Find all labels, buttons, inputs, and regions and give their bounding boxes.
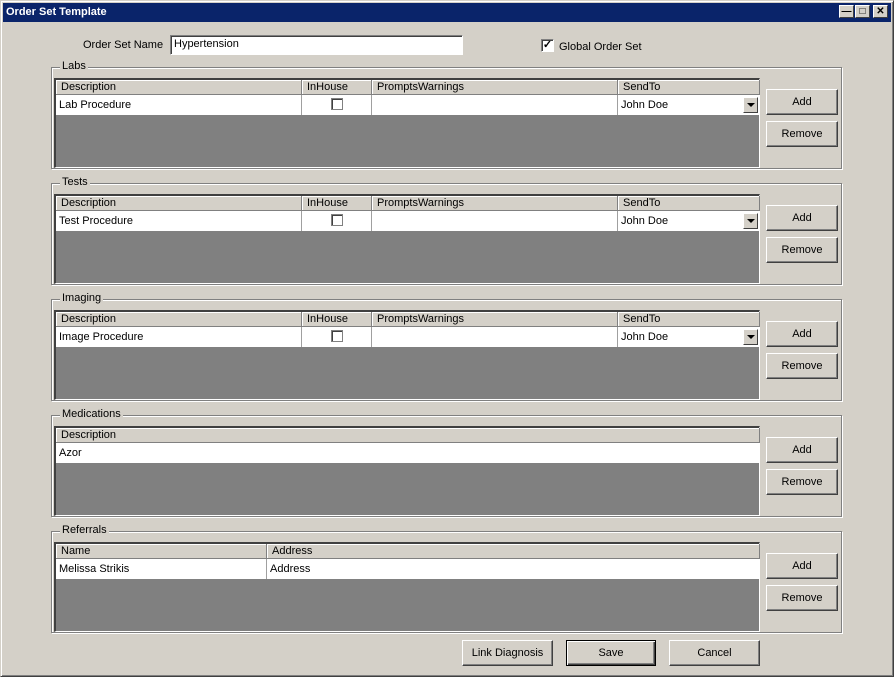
imaging-sendto-value: John Doe: [621, 331, 669, 343]
close-button[interactable]: ✕: [873, 5, 888, 18]
tests-sendto-select[interactable]: John Doe: [618, 211, 760, 231]
imaging-col-description[interactable]: Description: [56, 312, 302, 327]
dropdown-arrow-icon[interactable]: [743, 213, 758, 229]
tests-inhouse-checkbox[interactable]: [331, 214, 343, 226]
table-row[interactable]: Azor: [56, 443, 759, 463]
imaging-inhouse-checkbox[interactable]: [331, 330, 343, 342]
referrals-add-button[interactable]: Add: [766, 553, 838, 579]
labs-row-description[interactable]: Lab Procedure: [56, 95, 302, 115]
tests-row-prompts[interactable]: [372, 211, 618, 231]
imaging-add-button[interactable]: Add: [766, 321, 838, 347]
dropdown-arrow-icon[interactable]: [743, 97, 758, 113]
imaging-grid[interactable]: Description InHouse PromptsWarnings Send…: [54, 310, 760, 400]
cancel-button[interactable]: Cancel: [669, 640, 760, 666]
medications-group-title: Medications: [60, 408, 123, 420]
maximize-button[interactable]: □: [855, 5, 870, 18]
dropdown-arrow-icon[interactable]: [743, 329, 758, 345]
tests-grid[interactable]: Description InHouse PromptsWarnings Send…: [54, 194, 760, 284]
referrals-grid[interactable]: Name Address Melissa Strikis Address: [54, 542, 760, 632]
imaging-row-description[interactable]: Image Procedure: [56, 327, 302, 347]
referrals-row-address[interactable]: Address: [267, 559, 760, 579]
tests-col-description[interactable]: Description: [56, 196, 302, 211]
labs-grid[interactable]: Description InHouse PromptsWarnings Send…: [54, 78, 760, 168]
tests-add-button[interactable]: Add: [766, 205, 838, 231]
tests-group-title: Tests: [60, 176, 90, 188]
imaging-sendto-select[interactable]: John Doe: [618, 327, 760, 347]
tests-col-inhouse[interactable]: InHouse: [302, 196, 372, 211]
imaging-col-prompts[interactable]: PromptsWarnings: [372, 312, 618, 327]
labs-col-prompts[interactable]: PromptsWarnings: [372, 80, 618, 95]
medications-col-description[interactable]: Description: [56, 428, 760, 443]
labs-add-button[interactable]: Add: [766, 89, 838, 115]
labs-sendto-value: John Doe: [621, 99, 669, 111]
tests-col-sendto[interactable]: SendTo: [618, 196, 760, 211]
labs-remove-button[interactable]: Remove: [766, 121, 838, 147]
labs-row-prompts[interactable]: [372, 95, 618, 115]
global-order-set-label: Global Order Set: [559, 41, 642, 53]
medications-add-button[interactable]: Add: [766, 437, 838, 463]
referrals-remove-button[interactable]: Remove: [766, 585, 838, 611]
order-set-window: Order Set Template — □ ✕ Order Set Name …: [0, 0, 894, 677]
labs-inhouse-checkbox[interactable]: [331, 98, 343, 110]
window-title: Order Set Template: [6, 6, 107, 18]
tests-sendto-value: John Doe: [621, 215, 669, 227]
imaging-col-sendto[interactable]: SendTo: [618, 312, 760, 327]
tests-row-description[interactable]: Test Procedure: [56, 211, 302, 231]
imaging-col-inhouse[interactable]: InHouse: [302, 312, 372, 327]
imaging-remove-button[interactable]: Remove: [766, 353, 838, 379]
imaging-group-title: Imaging: [60, 292, 104, 304]
referrals-row-name[interactable]: Melissa Strikis: [56, 559, 267, 579]
referrals-col-address[interactable]: Address: [267, 544, 760, 559]
minimize-button[interactable]: —: [839, 5, 854, 18]
labs-col-sendto[interactable]: SendTo: [618, 80, 760, 95]
save-button[interactable]: Save: [566, 640, 656, 666]
referrals-col-name[interactable]: Name: [56, 544, 267, 559]
labs-group-title: Labs: [60, 60, 88, 72]
title-bar: Order Set Template — □ ✕: [3, 3, 891, 22]
tests-col-prompts[interactable]: PromptsWarnings: [372, 196, 618, 211]
link-diagnosis-button[interactable]: Link Diagnosis: [462, 640, 553, 666]
medications-grid[interactable]: Description Azor: [54, 426, 760, 516]
imaging-row-prompts[interactable]: [372, 327, 618, 347]
medications-row-description[interactable]: Azor: [56, 443, 760, 463]
table-row[interactable]: Melissa Strikis Address: [56, 559, 759, 579]
table-row[interactable]: Test Procedure John Doe: [56, 211, 759, 231]
table-row[interactable]: Lab Procedure John Doe: [56, 95, 759, 115]
labs-col-inhouse[interactable]: InHouse: [302, 80, 372, 95]
referrals-group-title: Referrals: [60, 524, 109, 536]
medications-remove-button[interactable]: Remove: [766, 469, 838, 495]
order-set-name-input[interactable]: Hypertension: [170, 35, 463, 55]
labs-col-description[interactable]: Description: [56, 80, 302, 95]
global-order-set-checkbox[interactable]: ✓: [541, 39, 554, 52]
tests-remove-button[interactable]: Remove: [766, 237, 838, 263]
table-row[interactable]: Image Procedure John Doe: [56, 327, 759, 347]
order-set-name-label: Order Set Name: [83, 39, 164, 51]
labs-sendto-select[interactable]: John Doe: [618, 95, 760, 115]
